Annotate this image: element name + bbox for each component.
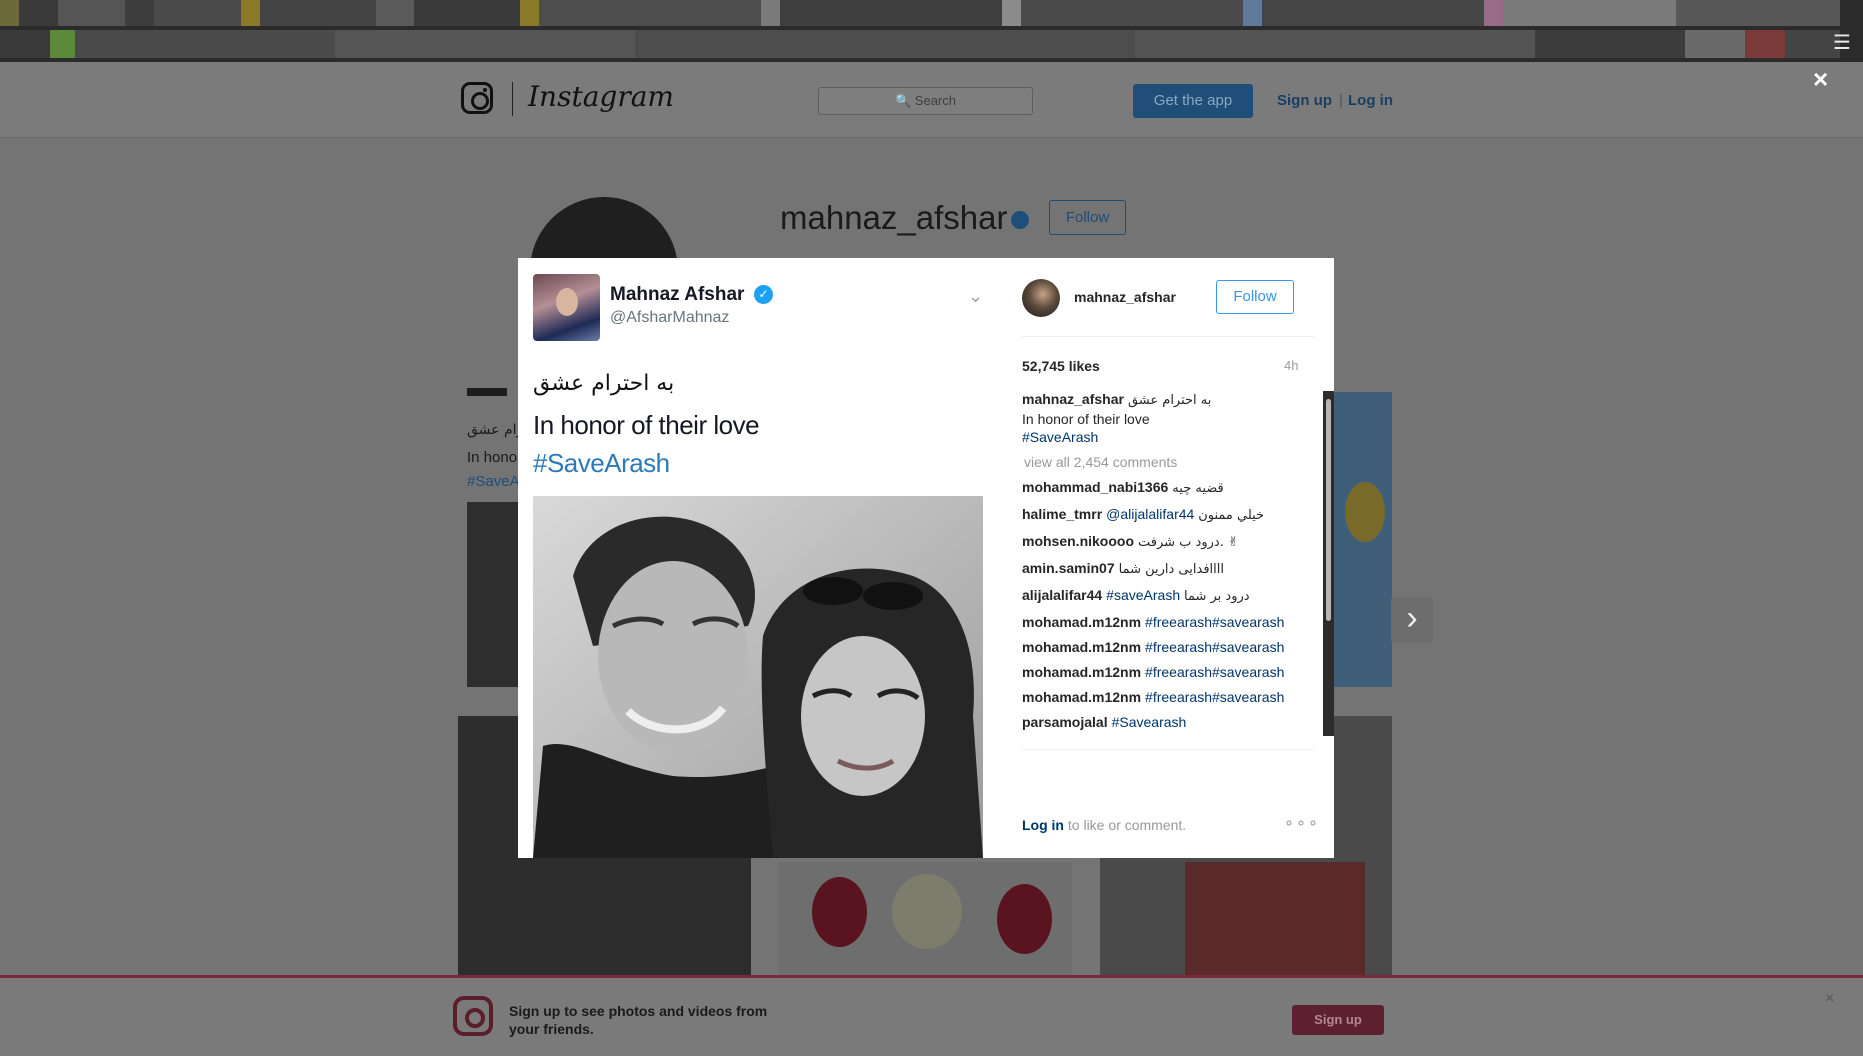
comment-tag[interactable]: @alijalalifar44 <box>1106 506 1194 522</box>
caption-username[interactable]: mahnaz_afshar <box>1022 391 1124 407</box>
browser-tab-strip <box>0 0 1841 26</box>
browser-chrome: ☰ <box>0 0 1863 62</box>
header-divider <box>1022 336 1314 337</box>
post-snippet-en: In hono <box>467 449 518 466</box>
comments-scrollbar[interactable] <box>1323 391 1334 736</box>
comment-username[interactable]: halime_tmrr <box>1022 506 1102 522</box>
verified-badge-icon: ✓ <box>754 285 773 304</box>
caption-text-english: In honor of their love <box>1022 411 1150 427</box>
get-app-button[interactable]: Get the app <box>1133 84 1253 118</box>
close-icon[interactable]: × <box>1813 66 1828 92</box>
login-to-like-link[interactable]: Log in <box>1022 817 1064 833</box>
comment-tag[interactable]: #freearash#savearash <box>1145 689 1284 705</box>
poster-avatar[interactable] <box>1022 279 1060 317</box>
comment-username[interactable]: amin.samin07 <box>1022 560 1115 576</box>
view-all-comments-link[interactable]: view all 2,454 comments <box>1024 453 1302 471</box>
follow-button[interactable]: Follow <box>1216 280 1294 314</box>
comment-username[interactable]: mohamad.m12nm <box>1022 689 1141 705</box>
post-thumbnail-figure <box>1345 482 1385 542</box>
header-separator <box>512 82 513 116</box>
vase-shape <box>892 874 962 949</box>
profile-username: mahnaz_afshar <box>780 199 1008 236</box>
comment-text: خيلي ممنون <box>1198 508 1265 523</box>
post-media: Mahnaz Afshar ✓ @AfsharMahnaz ⌄ به احترا… <box>518 258 1000 858</box>
chevron-down-icon: ⌄ <box>968 286 984 306</box>
pomegranate-shape <box>812 877 867 947</box>
post-timestamp: 4h <box>1284 358 1299 373</box>
comment-row: mohamad.m12nm #freearash#savearash <box>1022 613 1302 631</box>
tweet-handle: @AfsharMahnaz <box>610 309 730 326</box>
comment-row: amin.samin07 فدایی دارین شماllll <box>1022 559 1302 579</box>
comments-list: mahnaz_afshar به احترام عشق In honor of t… <box>1022 390 1302 736</box>
comment-username[interactable]: mohamad.m12nm <box>1022 639 1141 655</box>
banner-close-icon[interactable]: × <box>1825 990 1834 1008</box>
comment-tag[interactable]: #freearash#savearash <box>1145 664 1284 680</box>
comment-text: درود ب شرفت. ✌ <box>1138 535 1239 550</box>
comment-row: halime_tmrr @alijalalifar44 خيلي ممنون <box>1022 505 1302 525</box>
post-details: mahnaz_afshar Follow 52,745 likes 4h mah… <box>1000 258 1334 858</box>
caption-text-persian: به احترام عشق <box>1127 393 1212 408</box>
comment-username[interactable]: mohsen.nikoooo <box>1022 533 1134 549</box>
comment-username[interactable]: mohamad.m12nm <box>1022 614 1141 630</box>
pomegranate-shape <box>997 884 1052 954</box>
banner-text: Sign up to see photos and videos from yo… <box>509 1003 768 1037</box>
comment-tag[interactable]: #Savearash <box>1112 714 1187 730</box>
poster-username[interactable]: mahnaz_afshar <box>1074 289 1176 305</box>
comment-text: قضیه چیه <box>1172 481 1224 496</box>
post-snippet-tag: #SaveA <box>467 473 520 490</box>
tweet-avatar <box>533 274 600 341</box>
search-input[interactable]: 🔍 Search <box>818 87 1033 115</box>
comment-row: parsamojalal #Savearash <box>1022 713 1302 731</box>
next-post-arrow-icon[interactable]: › <box>1391 597 1433 643</box>
caption-hashtag[interactable]: #SaveArash <box>1022 429 1098 445</box>
tweet-text-persian: به احترام عشق <box>533 371 675 396</box>
comment-username[interactable]: parsamojalal <box>1022 714 1108 730</box>
comment-tag[interactable]: #saveArash <box>1106 587 1180 603</box>
instagram-logo-icon <box>453 996 493 1036</box>
comment-rows: mohammad_nabi1366 قضیه چیه halime_tmrr @ali… <box>1022 478 1302 736</box>
footer-divider <box>1022 749 1314 750</box>
verified-badge-icon <box>1011 211 1029 229</box>
comment-row: mohammad_nabi1366 قضیه چیه <box>1022 478 1302 498</box>
comment-tag[interactable]: #freearash#savearash <box>1145 614 1284 630</box>
couple-photo <box>533 496 983 858</box>
comment-username[interactable]: alijalalifar44 <box>1022 587 1102 603</box>
post-thumb-avatar <box>467 388 507 396</box>
login-prompt: Log in to like or comment. <box>1022 817 1186 833</box>
more-options-icon[interactable]: ∘∘∘ <box>1284 813 1320 833</box>
comment-username[interactable]: mohammad_nabi1366 <box>1022 479 1168 495</box>
scrollbar-thumb[interactable] <box>1326 399 1331 621</box>
browser-address-bar[interactable] <box>0 30 1840 58</box>
link-separator: | <box>1339 92 1343 109</box>
comment-text: درود بر شما <box>1184 589 1250 604</box>
comment-tag[interactable]: #freearash#savearash <box>1145 639 1284 655</box>
comment-row: alijalalifar44 #saveArash درود بر شما <box>1022 586 1302 606</box>
comment-username[interactable]: mohamad.m12nm <box>1022 664 1141 680</box>
hamburger-menu-icon[interactable]: ☰ <box>1829 30 1855 56</box>
signup-link[interactable]: Sign up <box>1277 92 1332 109</box>
couple-photo-illustration <box>533 496 983 858</box>
likes-count[interactable]: 52,745 likes <box>1022 358 1100 374</box>
comment-row: mohsen.nikoooo درود ب شرفت. ✌ <box>1022 532 1302 552</box>
post-thumbnail[interactable] <box>467 502 518 687</box>
post-modal: Mahnaz Afshar ✓ @AfsharMahnaz ⌄ به احترا… <box>518 258 1334 858</box>
comment-text: فدایی دارین شماllll <box>1118 562 1224 577</box>
login-link[interactable]: Log in <box>1348 92 1393 109</box>
banner-signup-button[interactable]: Sign up <box>1292 1005 1384 1035</box>
caption: mahnaz_afshar به احترام عشق In honor of t… <box>1022 390 1302 446</box>
comment-row: mohamad.m12nm #freearash#savearash <box>1022 638 1302 656</box>
instagram-wordmark[interactable]: Instagram <box>528 80 674 113</box>
instagram-header: Instagram 🔍 Search Get the app Sign up |… <box>0 62 1863 138</box>
tweet-text-english: In honor of their love <box>533 410 760 440</box>
instagram-camera-icon[interactable] <box>461 82 493 114</box>
comment-row: mohamad.m12nm #freearash#savearash <box>1022 663 1302 681</box>
comment-row: mohamad.m12nm #freearash#savearash <box>1022 688 1302 706</box>
profile-follow-button[interactable]: Follow <box>1049 200 1126 235</box>
login-prompt-text: to like or comment. <box>1064 817 1187 833</box>
tweet-hashtag: #SaveArash <box>533 448 670 478</box>
tweet-author-name: Mahnaz Afshar <box>610 284 745 305</box>
signup-banner: Sign up to see photos and videos from yo… <box>0 975 1863 1056</box>
